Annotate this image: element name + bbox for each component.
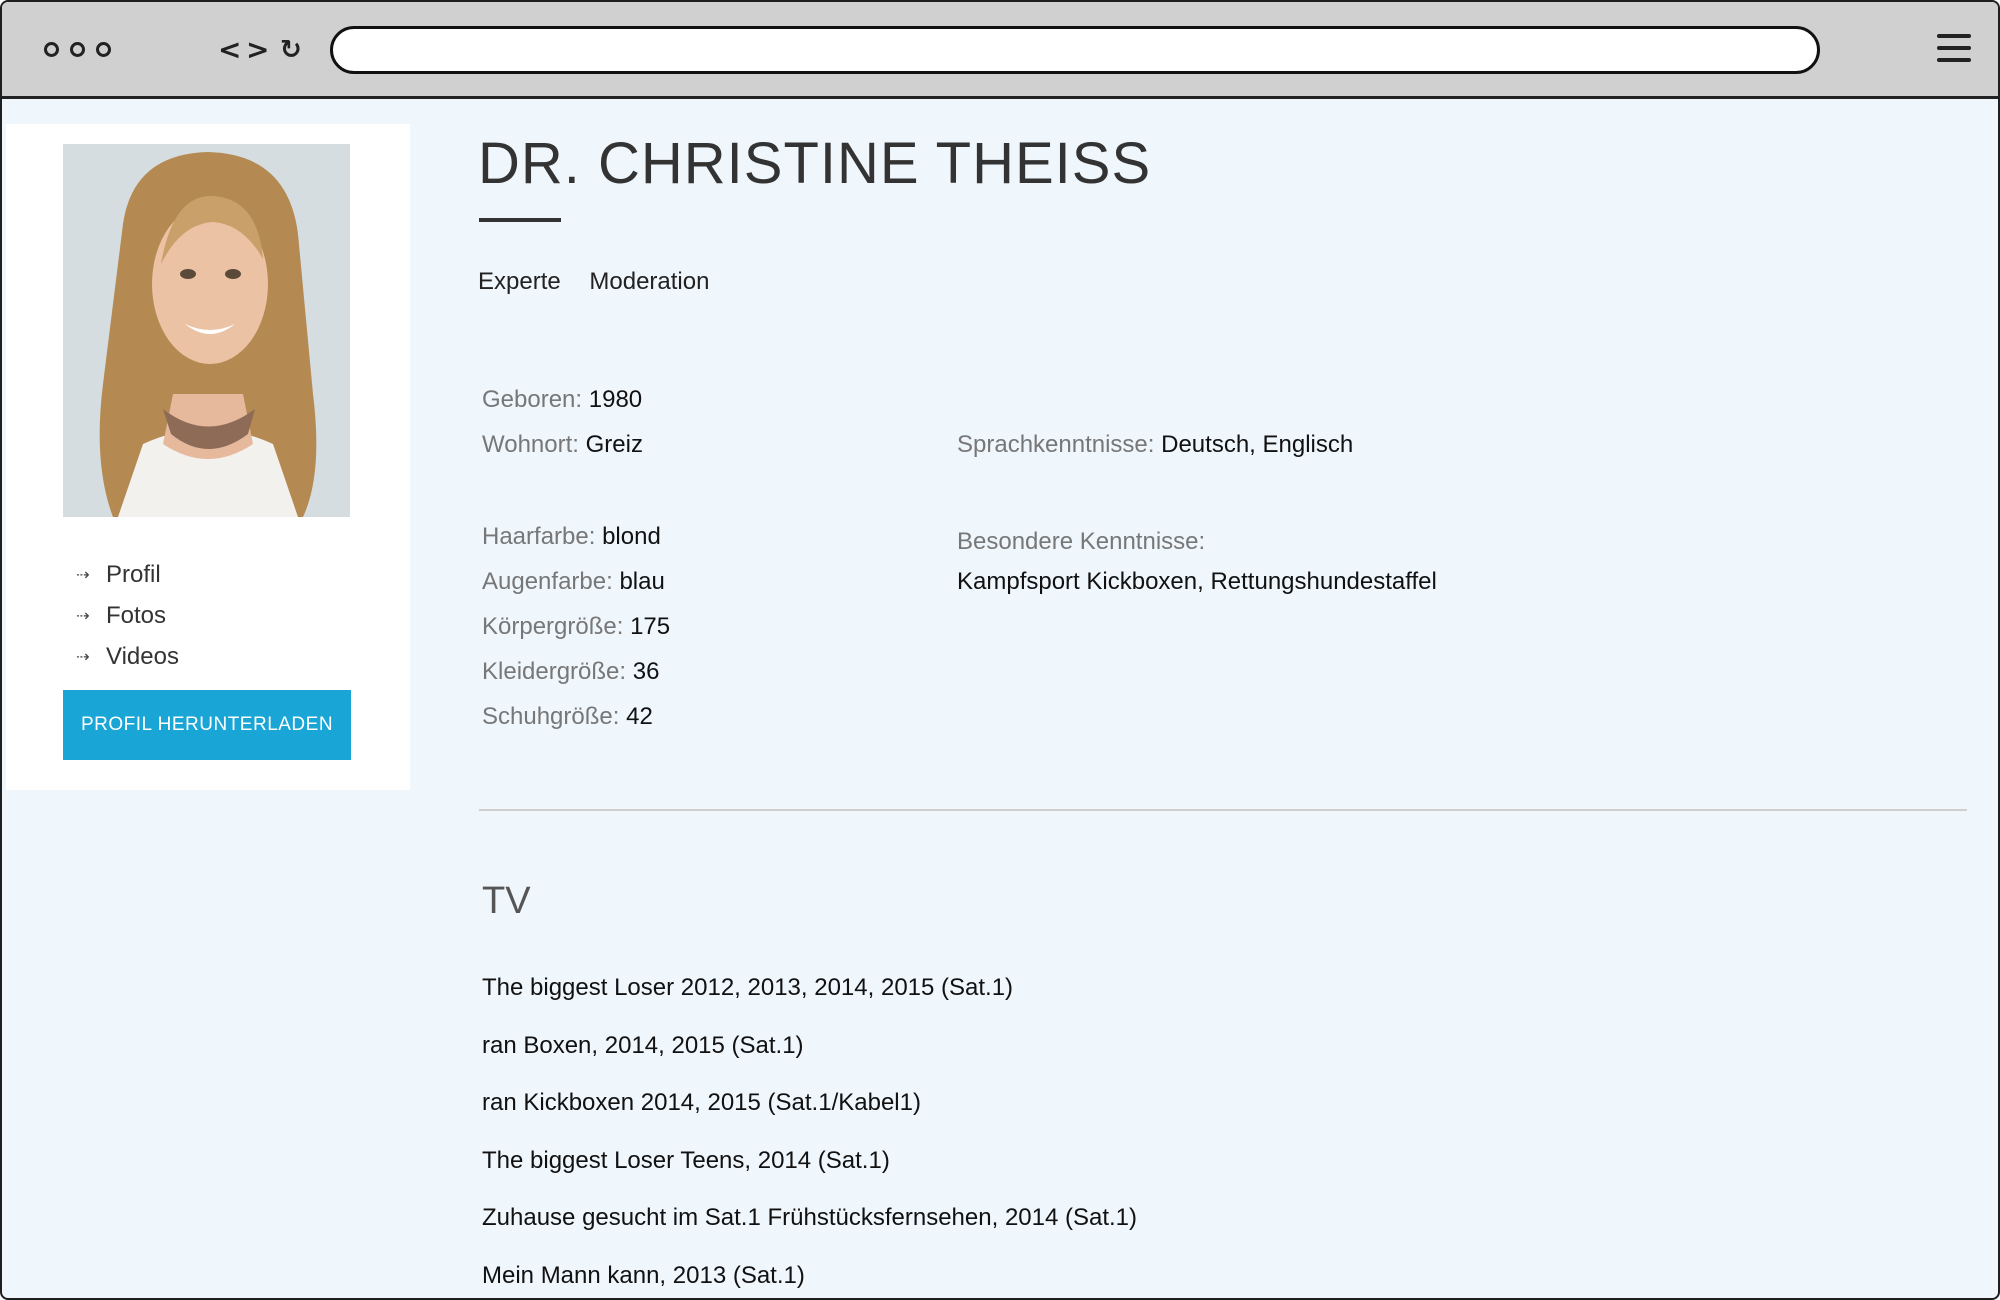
page-title: DR. CHRISTINE THEISS [478, 131, 1152, 196]
title-underline [479, 218, 561, 222]
tv-section-title: TV [482, 880, 531, 922]
arrow-right-icon: ⇢ [76, 565, 90, 584]
field-sprachkenntnisse: Sprachkenntnisse: Deutsch, Englisch [957, 431, 1354, 458]
tag-experte: Experte [478, 268, 561, 295]
arrow-right-icon: ⇢ [76, 647, 90, 666]
url-input[interactable] [357, 29, 1797, 73]
list-item: ran Kickboxen 2014, 2015 (Sat.1/Kabel1) [482, 1089, 921, 1116]
sidebar: ⇢ Profil ⇢ Fotos ⇢ Videos PROFIL HERUNTERLA… [6, 124, 410, 790]
tag-moderation: Moderation [589, 268, 710, 295]
url-bar[interactable] [330, 26, 1820, 74]
field-schuhgroesse: Schuhgröße: 42 [482, 703, 653, 730]
profile-nav: ⇢ Profil ⇢ Fotos ⇢ Videos [76, 554, 179, 677]
forward-icon[interactable]: > [246, 34, 269, 66]
field-haarfarbe: Haarfarbe: blond [482, 523, 661, 550]
window-dot-icon[interactable] [44, 42, 59, 57]
field-kleidergroesse: Kleidergröße: 36 [482, 658, 660, 685]
field-augenfarbe: Augenfarbe: blau [482, 568, 665, 595]
nav-item-videos[interactable]: ⇢ Videos [76, 636, 179, 677]
field-wohnort: Wohnort: Greiz [482, 431, 643, 458]
field-geboren: Geboren: 1980 [482, 386, 643, 413]
list-item: The biggest Loser 2012, 2013, 2014, 2015… [482, 974, 1014, 1001]
profile-photo [63, 144, 350, 517]
profile-tags: Experte Moderation [478, 268, 731, 296]
reload-icon[interactable]: ↻ [280, 34, 302, 66]
list-item: Zuhause gesucht im Sat.1 Frühstücksferns… [482, 1204, 1138, 1231]
field-besondere-kenntnisse: Besondere Kenntnisse: Kampfsport Kickbox… [957, 528, 1437, 595]
hamburger-menu-icon[interactable] [1937, 34, 1971, 64]
back-icon[interactable]: < [218, 34, 241, 66]
window-dot-icon[interactable] [96, 42, 111, 57]
list-item: ran Boxen, 2014, 2015 (Sat.1) [482, 1031, 804, 1059]
window-dot-icon[interactable] [70, 42, 85, 57]
field-koerpergroesse: Körpergröße: 175 [482, 613, 671, 640]
arrow-right-icon: ⇢ [76, 606, 90, 625]
browser-window: < > ↻ ⇢ Profil ⇢ Fotos ⇢ Videos PROFIL H… [0, 0, 2000, 1300]
browser-toolbar: < > ↻ [2, 2, 1998, 99]
tv-list: The biggest Loser 2012, 2013, 2014, 2015… [482, 970, 1138, 1298]
nav-item-profil[interactable]: ⇢ Profil [76, 554, 179, 595]
download-profile-button[interactable]: PROFIL HERUNTERLADEN [63, 690, 351, 760]
list-item: Mein Mann kann, 2013 (Sat.1) [482, 1261, 805, 1289]
list-item: The biggest Loser Teens, 2014 (Sat.1) [482, 1146, 890, 1174]
nav-item-fotos[interactable]: ⇢ Fotos [76, 595, 179, 636]
section-divider [479, 809, 1967, 811]
